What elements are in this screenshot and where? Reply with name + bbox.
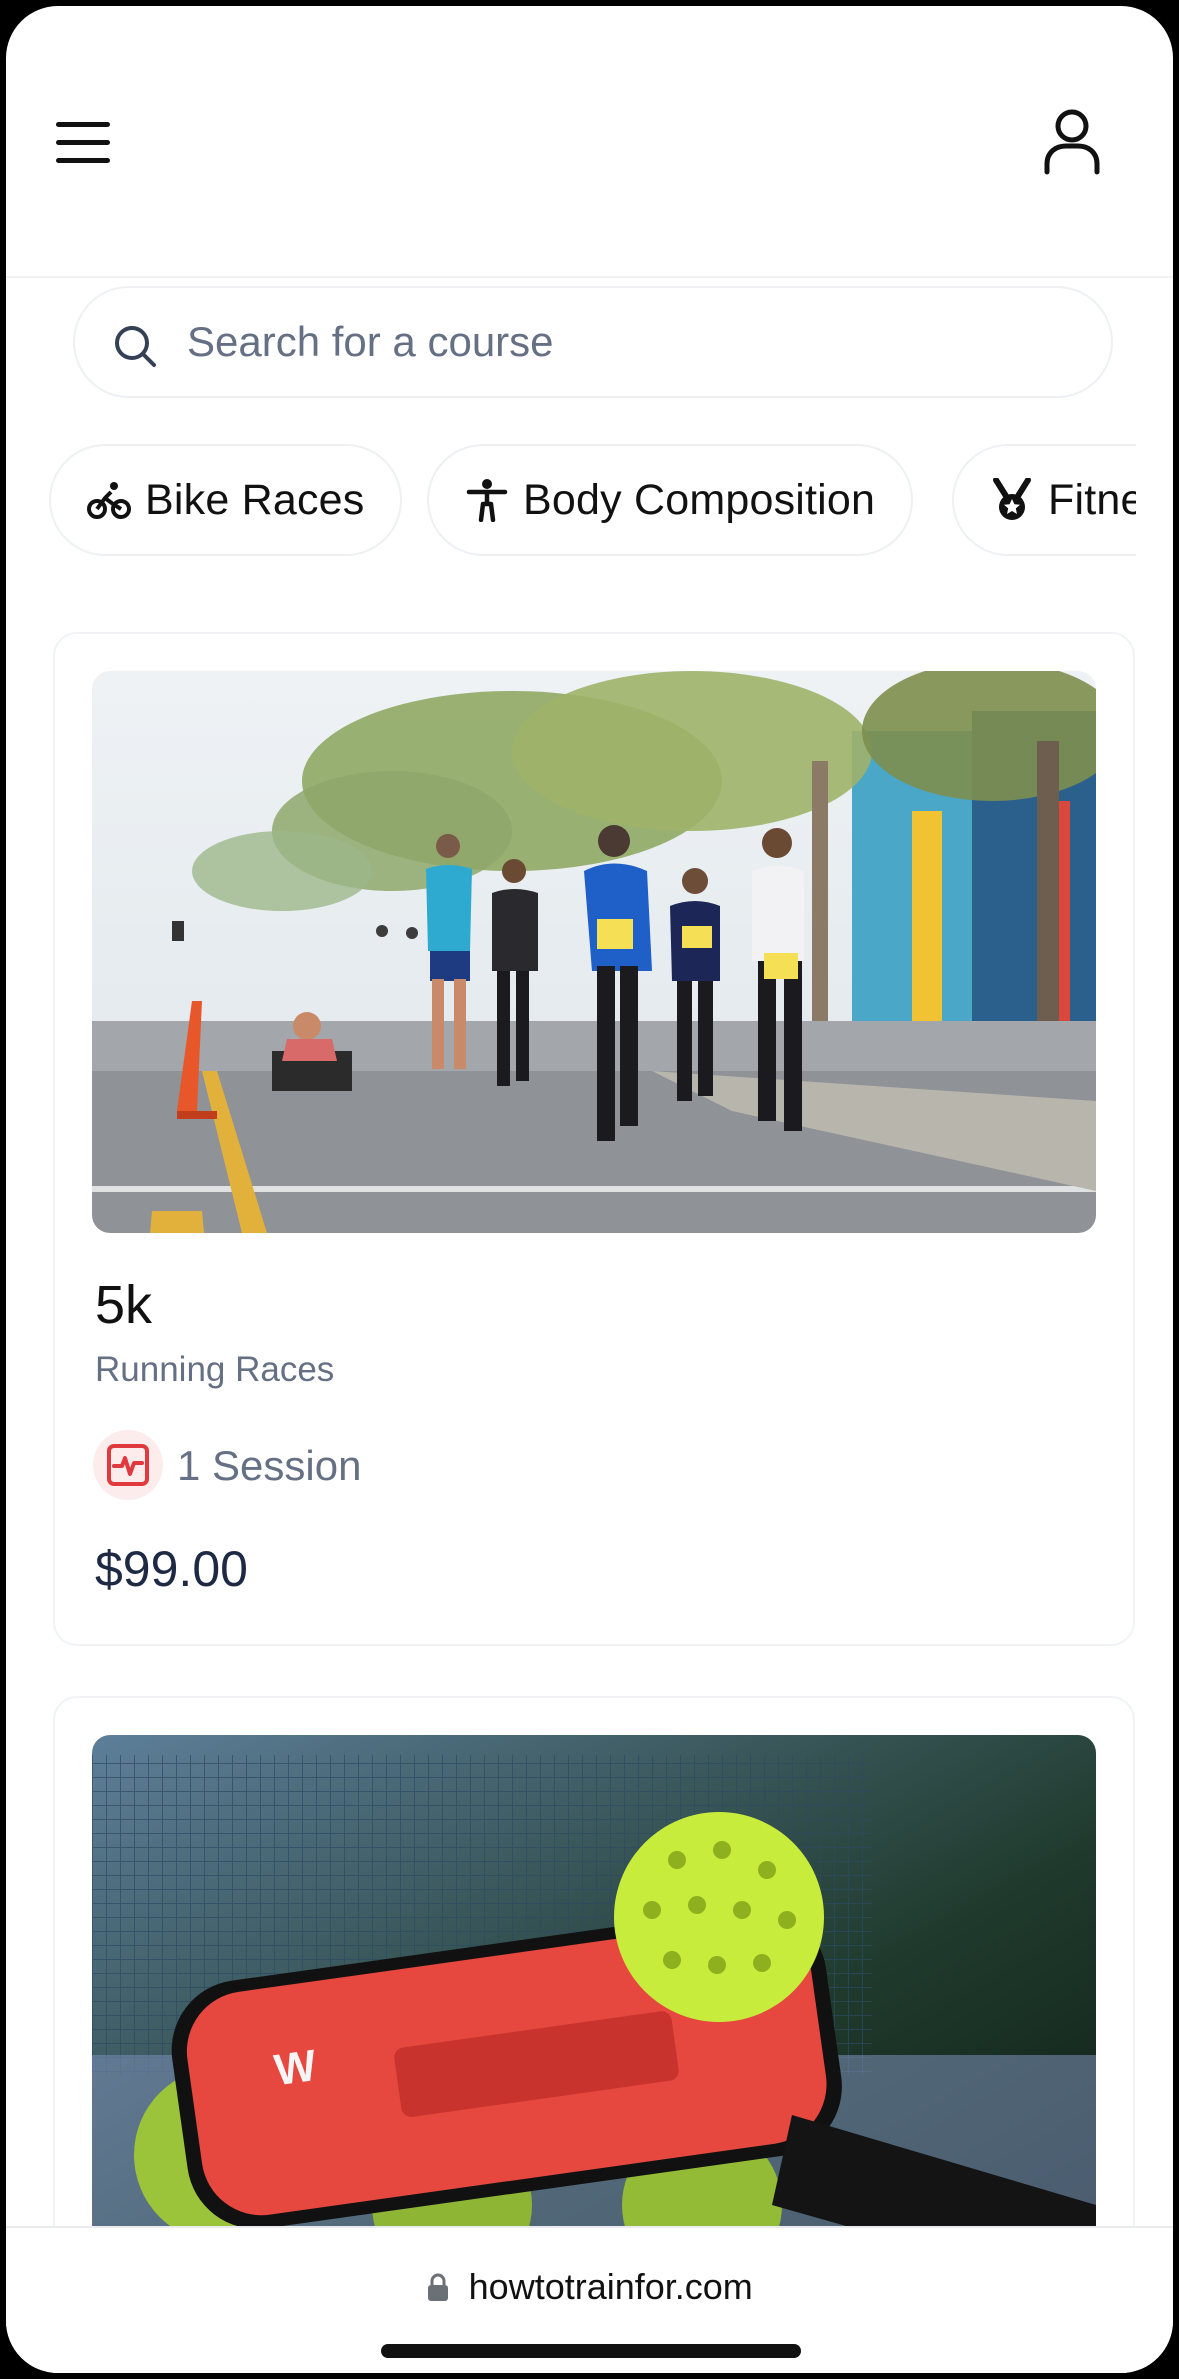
pickleball-paddle-photo: W: [92, 1735, 1096, 2297]
category-chip-body-composition[interactable]: Body Composition: [427, 444, 914, 556]
session-count: 1 Session: [177, 1442, 362, 1489]
search-icon: [115, 326, 156, 367]
screen: Bike Races Body Composition Fitness: [6, 6, 1173, 2373]
category-chip-label: Fitness: [1048, 475, 1136, 524]
menu-line: [56, 122, 110, 127]
course-title: 5k: [95, 1275, 153, 1335]
phone-frame: Bike Races Body Composition Fitness: [0, 0, 1179, 2379]
person-icon: [466, 479, 508, 522]
browser-url-bar[interactable]: howtotrainfor.com: [6, 2226, 1173, 2373]
activity-icon: [93, 1430, 163, 1500]
course-price: $99.00: [95, 1541, 248, 1597]
user-icon[interactable]: [1042, 106, 1102, 176]
svg-text:W: W: [271, 2041, 319, 2095]
medal-icon: [993, 478, 1031, 520]
menu-line: [56, 140, 110, 145]
runners-on-street-photo: [92, 671, 1096, 1233]
app-header: [6, 6, 1173, 278]
url-text: howtotrainfor.com: [468, 2266, 753, 2307]
bike-icon: [87, 482, 131, 519]
category-chip-bike-races[interactable]: Bike Races: [49, 444, 403, 556]
course-category: Running Races: [95, 1350, 335, 1389]
category-chip-fitness[interactable]: Fitness: [952, 444, 1136, 556]
course-card[interactable]: 5k Running Races 1 Session $99.00: [53, 632, 1135, 1646]
url-display: howtotrainfor.com: [6, 2266, 1173, 2308]
search-bar[interactable]: [73, 286, 1113, 398]
menu-line: [56, 158, 110, 163]
hamburger-menu-icon[interactable]: [56, 118, 112, 166]
category-chip-label: Body Composition: [523, 475, 876, 524]
home-indicator[interactable]: [381, 2344, 801, 2358]
category-chips: Bike Races Body Composition Fitness: [6, 444, 1136, 560]
lock-icon: [428, 2273, 449, 2301]
category-chip-label: Bike Races: [145, 475, 365, 524]
search-input[interactable]: [187, 288, 1067, 396]
